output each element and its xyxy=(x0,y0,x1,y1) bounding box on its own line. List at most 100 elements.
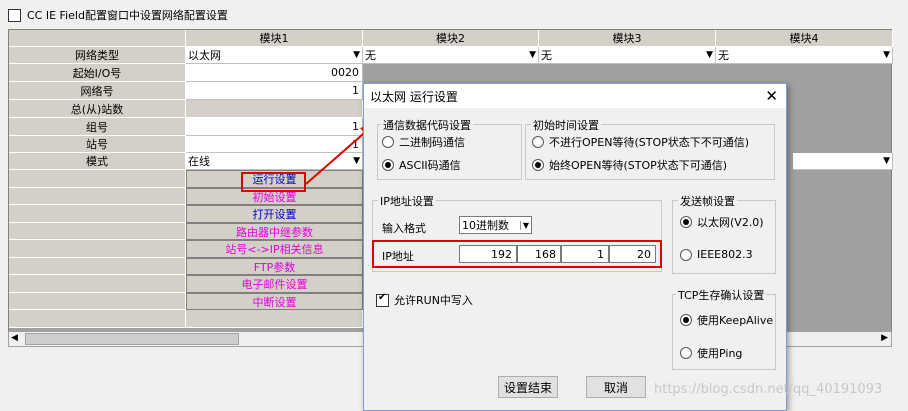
always-open-wait-label: 始终OPEN等待(STOP状态下可通信) xyxy=(549,159,728,172)
allow-run-write-label: 允许RUN中写入 xyxy=(394,294,473,307)
module3-network-type-value: 无 xyxy=(541,49,552,62)
use-keepalive-radio[interactable]: 使用KeepAlive xyxy=(680,312,773,328)
ip-octet-1-field[interactable]: 192 xyxy=(459,245,517,263)
row-label-empty xyxy=(9,205,186,223)
radio-icon[interactable] xyxy=(680,248,692,261)
row-label-empty xyxy=(9,293,186,310)
row-label-empty xyxy=(9,275,186,293)
use-ping-label: 使用Ping xyxy=(697,347,743,360)
allow-run-write-checkbox[interactable]: ✔ 允许RUN中写入 xyxy=(376,292,473,308)
dialog-titlebar: 以太网 运行设置 xyxy=(364,84,786,108)
binary-code-label: 二进制码通信 xyxy=(399,136,465,149)
module1-empty-cell xyxy=(186,310,363,328)
header-module3: 模块3 xyxy=(539,30,716,47)
corner-header xyxy=(9,30,186,47)
row-label-total-stations: 总(从)站数 xyxy=(9,100,186,118)
email-settings-button[interactable]: 电子邮件设置 xyxy=(186,275,363,293)
row-label-empty xyxy=(9,188,186,205)
row-label-network-type: 网络类型 xyxy=(9,47,186,64)
ip-octet-3-field[interactable]: 1 xyxy=(561,245,609,263)
use-keepalive-label: 使用KeepAlive xyxy=(697,314,774,327)
row-label-network-no: 网络号 xyxy=(9,82,186,100)
dropdown-arrow-icon: ▼ xyxy=(353,50,360,60)
module1-network-type-select[interactable]: 以太网 ▼ xyxy=(186,47,363,64)
use-ping-radio[interactable]: 使用Ping xyxy=(680,345,742,361)
module2-network-type-select[interactable]: 无 ▼ xyxy=(363,47,539,64)
binary-code-radio[interactable]: 二进制码通信 xyxy=(382,134,465,150)
row-label-group-no: 组号 xyxy=(9,118,186,136)
module4-network-type-value: 无 xyxy=(718,49,729,62)
comm-code-group-label: 通信数据代码设置 xyxy=(381,117,473,133)
row-label-io-start: 起始I/O号 xyxy=(9,64,186,82)
router-relay-button[interactable]: 路由器中继参数 xyxy=(186,223,363,240)
tcp-keepalive-group-label: TCP生存确认设置 xyxy=(676,287,767,303)
ip-settings-group-label: IP地址设置 xyxy=(378,193,436,209)
run-settings-dialog: 以太网 运行设置 ✕ 通信数据代码设置 二进制码通信 ASCII码通信 初始时间… xyxy=(363,83,787,411)
ip-address-label: IP地址 xyxy=(382,250,414,263)
dropdown-arrow-icon: ▼ xyxy=(883,156,890,166)
module1-network-type-value: 以太网 xyxy=(188,49,221,62)
dropdown-arrow-icon: ▼ xyxy=(883,50,890,60)
header-module4: 模块4 xyxy=(716,30,893,47)
frame-settings-group-label: 发送帧设置 xyxy=(678,193,737,209)
ip-octet-4-field[interactable]: 20 xyxy=(609,245,656,263)
input-format-label: 输入格式 xyxy=(382,222,426,235)
module1-network-no-field[interactable]: 1 xyxy=(186,82,363,100)
no-open-wait-label: 不进行OPEN等待(STOP状态下不可通信) xyxy=(549,136,750,149)
ascii-code-label: ASCII码通信 xyxy=(399,159,461,172)
module1-total-stations-field xyxy=(186,100,363,118)
dropdown-arrow-icon: ▼ xyxy=(519,220,529,230)
run-settings-highlight xyxy=(241,172,306,192)
dropdown-arrow-icon: ▼ xyxy=(529,50,536,60)
no-open-wait-radio[interactable]: 不进行OPEN等待(STOP状态下不可通信) xyxy=(532,134,749,150)
ethernet-v2-radio[interactable]: 以太网(V2.0) xyxy=(680,214,764,230)
radio-selected-icon[interactable] xyxy=(532,159,544,171)
dialog-title: 以太网 运行设置 xyxy=(370,89,458,104)
row-label-empty xyxy=(9,310,186,328)
radio-icon[interactable] xyxy=(680,347,692,359)
module2-network-type-value: 无 xyxy=(365,49,376,62)
checkbox-box[interactable] xyxy=(8,8,21,22)
header-module2: 模块2 xyxy=(363,30,539,47)
radio-selected-icon[interactable] xyxy=(680,216,692,228)
scroll-thumb[interactable] xyxy=(25,333,239,345)
always-open-wait-radio[interactable]: 始终OPEN等待(STOP状态下可通信) xyxy=(532,157,727,173)
cc-ie-field-checkbox[interactable]: CC IE Field配置窗口中设置网络配置设置 xyxy=(8,7,228,23)
row-label-empty xyxy=(9,258,186,275)
row-label-mode: 模式 xyxy=(9,153,186,170)
radio-selected-icon[interactable] xyxy=(680,314,692,326)
station-ip-info-button[interactable]: 站号<->IP相关信息 xyxy=(186,240,363,258)
cc-ie-field-label: CC IE Field配置窗口中设置网络配置设置 xyxy=(27,9,228,22)
finish-settings-button[interactable]: 设置结束 xyxy=(498,376,558,398)
watermark-text: https://blog.csdn.net/qq_40191093 xyxy=(654,382,883,397)
radio-selected-icon[interactable] xyxy=(382,159,394,171)
close-icon[interactable]: ✕ xyxy=(765,87,778,105)
row-label-empty xyxy=(9,170,186,188)
ftp-params-button[interactable]: FTP参数 xyxy=(186,258,363,275)
frame-settings-group xyxy=(672,200,776,274)
scroll-right-icon[interactable]: ▶ xyxy=(881,333,888,343)
header-module1: 模块1 xyxy=(186,30,363,47)
ethernet-v2-label: 以太网(V2.0) xyxy=(697,216,764,229)
module3-network-type-select[interactable]: 无 ▼ xyxy=(539,47,716,64)
module4-network-type-select[interactable]: 无 ▼ xyxy=(716,47,893,64)
module1-io-start-field[interactable]: 0020 xyxy=(186,64,363,82)
ieee8023-radio[interactable]: IEEE802.3 xyxy=(680,248,753,261)
ascii-code-radio[interactable]: ASCII码通信 xyxy=(382,157,461,173)
cancel-button[interactable]: 取消 xyxy=(586,376,646,398)
input-format-select[interactable]: 10进制数 ▼ xyxy=(459,216,532,234)
module1-mode-value: 在线 xyxy=(188,155,210,168)
open-settings-button[interactable]: 打开设置 xyxy=(186,205,363,223)
init-timing-group-label: 初始时间设置 xyxy=(531,117,601,133)
radio-icon[interactable] xyxy=(532,136,544,148)
radio-icon[interactable] xyxy=(382,136,394,148)
row-label-empty xyxy=(9,223,186,240)
scroll-left-icon[interactable]: ◀ xyxy=(11,333,18,343)
ip-octet-2-field[interactable]: 168 xyxy=(517,245,561,263)
input-format-value: 10进制数 xyxy=(462,219,509,232)
dropdown-arrow-icon: ▼ xyxy=(706,50,713,60)
module4-mode-select[interactable]: ▼ xyxy=(793,153,893,170)
interrupt-settings-button[interactable]: 中断设置 xyxy=(186,293,363,310)
row-label-station-no: 站号 xyxy=(9,136,186,153)
checkbox-checked-icon[interactable]: ✔ xyxy=(376,292,389,307)
